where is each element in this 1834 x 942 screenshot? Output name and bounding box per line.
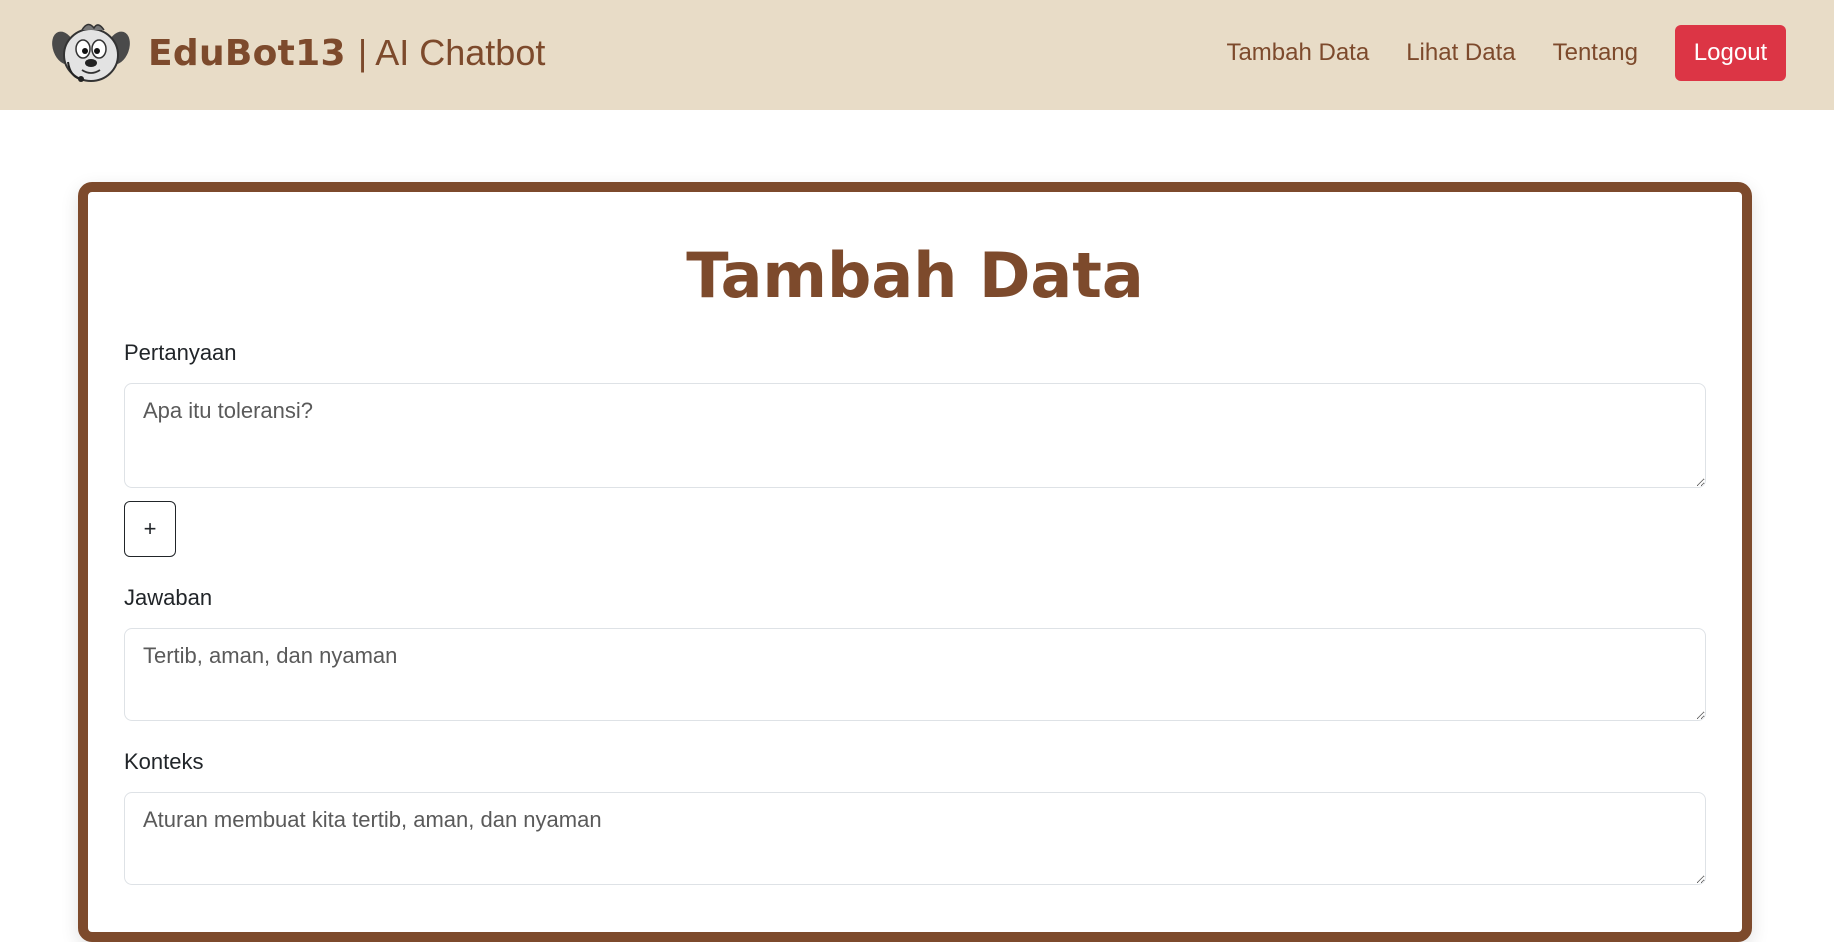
- brand-name: EduBot13: [148, 32, 346, 74]
- brand-link[interactable]: EduBot13 | AI Chatbot: [50, 18, 545, 88]
- pertanyaan-textarea[interactable]: Apa itu toleransi?: [124, 383, 1706, 488]
- nav-link-tentang[interactable]: Tentang: [1553, 39, 1638, 67]
- cartoon-dog-mascot-icon: [52, 23, 130, 82]
- page-title: Tambah Data: [686, 239, 1144, 312]
- jawaban-label: Jawaban: [124, 585, 213, 610]
- nav-link-lihat-data[interactable]: Lihat Data: [1406, 39, 1515, 67]
- add-question-button[interactable]: +: [124, 501, 176, 557]
- jawaban-textarea[interactable]: Tertib, aman, dan nyaman: [124, 628, 1706, 721]
- nav-link-tambah-data[interactable]: Tambah Data: [1226, 39, 1369, 67]
- brand-subtitle: | AI Chatbot: [357, 32, 546, 73]
- konteks-label: Konteks: [124, 749, 204, 774]
- konteks-textarea[interactable]: Aturan membuat kita tertib, aman, dan ny…: [124, 792, 1706, 885]
- nav-links: Tambah Data Lihat Data Tentang Logout: [1226, 25, 1786, 81]
- pertanyaan-label: Pertanyaan: [124, 340, 237, 365]
- logout-button[interactable]: Logout: [1675, 25, 1786, 81]
- navbar: EduBot13 | AI Chatbot Tambah Data Lihat …: [0, 0, 1834, 110]
- add-data-card: Tambah Data Pertanyaan Apa itu toleransi…: [78, 182, 1752, 942]
